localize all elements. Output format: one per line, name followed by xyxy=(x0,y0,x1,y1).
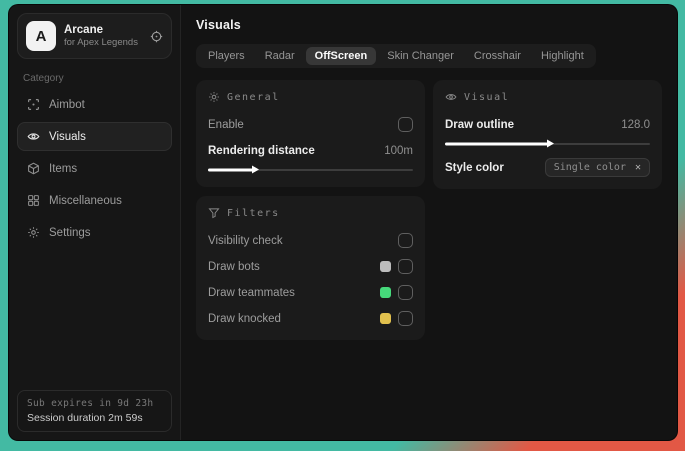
app-logo: A xyxy=(26,21,56,51)
visibility-check-label: Visibility check xyxy=(208,234,283,247)
tab-skin-changer[interactable]: Skin Changer xyxy=(378,47,463,65)
enable-row: Enable xyxy=(208,114,413,135)
draw-bots-color-swatch[interactable] xyxy=(380,261,391,272)
draw-teammates-row: Draw teammates xyxy=(208,282,413,303)
rendering-distance-value: 100m xyxy=(384,144,413,157)
rendering-distance-row: Rendering distance 100m xyxy=(208,140,413,161)
target-icon[interactable] xyxy=(150,30,163,43)
draw-teammates-label: Draw teammates xyxy=(208,286,295,299)
app-window: A Arcane for Apex Legends Category Aimbo… xyxy=(8,4,678,441)
logo-card: A Arcane for Apex Legends xyxy=(17,13,172,59)
tab-radar[interactable]: Radar xyxy=(256,47,304,65)
sidebar-item-label: Visuals xyxy=(49,130,86,143)
sidebar-item-miscellaneous[interactable]: Miscellaneous xyxy=(17,186,172,215)
filters-panel: Filters Visibility check Draw bots Draw … xyxy=(196,196,425,340)
draw-outline-label: Draw outline xyxy=(445,118,515,131)
tab-offscreen[interactable]: OffScreen xyxy=(305,47,377,65)
rendering-distance-slider[interactable] xyxy=(208,165,413,174)
sidebar-item-label: Miscellaneous xyxy=(49,194,122,207)
logo-text: Arcane for Apex Legends xyxy=(64,23,138,49)
app-subtitle: for Apex Legends xyxy=(64,37,138,49)
gear-icon xyxy=(27,226,40,239)
draw-teammates-checkbox[interactable] xyxy=(398,285,413,300)
visibility-check-checkbox[interactable] xyxy=(398,233,413,248)
tab-crosshair[interactable]: Crosshair xyxy=(465,47,530,65)
style-color-label: Style color xyxy=(445,161,504,174)
slider-fill xyxy=(445,142,548,145)
visual-panel: Visual Draw outline 128.0 Style color Si… xyxy=(433,80,662,189)
funnel-icon xyxy=(208,207,220,219)
filters-panel-title: Filters xyxy=(227,207,280,219)
left-column: General Enable Rendering distance 100m F… xyxy=(196,80,425,340)
eye-scan-icon xyxy=(27,130,40,143)
visibility-check-row: Visibility check xyxy=(208,230,413,251)
tab-highlight[interactable]: Highlight xyxy=(532,47,593,65)
panels-grid: General Enable Rendering distance 100m F… xyxy=(196,80,662,340)
style-color-select[interactable]: Single color ✕ xyxy=(544,158,650,177)
category-label: Category xyxy=(23,73,64,84)
draw-knocked-row: Draw knocked xyxy=(208,308,413,329)
draw-teammates-controls xyxy=(380,285,413,300)
draw-bots-label: Draw bots xyxy=(208,260,260,273)
eye-icon xyxy=(445,91,457,103)
sidebar-item-label: Aimbot xyxy=(49,98,85,111)
slider-fill xyxy=(208,168,254,171)
sidebar-item-visuals[interactable]: Visuals xyxy=(17,122,172,151)
session-duration-text: Session duration 2m 59s xyxy=(27,412,143,424)
right-column: Visual Draw outline 128.0 Style color Si… xyxy=(433,80,662,189)
app-title: Arcane xyxy=(64,23,103,36)
style-color-row: Style color Single color ✕ xyxy=(445,157,650,178)
main-content: Visuals Players Radar OffScreen Skin Cha… xyxy=(181,5,677,440)
clear-icon[interactable]: ✕ xyxy=(635,162,641,173)
general-panel-title: General xyxy=(227,91,280,103)
sidebar-item-label: Settings xyxy=(49,226,91,239)
draw-outline-value: 128.0 xyxy=(621,118,650,131)
enable-label: Enable xyxy=(208,118,244,131)
style-color-value: Single color xyxy=(553,162,626,173)
box-icon xyxy=(27,162,40,175)
draw-bots-checkbox[interactable] xyxy=(398,259,413,274)
sidebar-item-aimbot[interactable]: Aimbot xyxy=(17,90,172,119)
draw-knocked-controls xyxy=(380,311,413,326)
draw-knocked-label: Draw knocked xyxy=(208,312,281,325)
draw-bots-controls xyxy=(380,259,413,274)
sidebar-item-settings[interactable]: Settings xyxy=(17,218,172,247)
filters-panel-header: Filters xyxy=(208,207,413,219)
gear-sun-icon xyxy=(208,91,220,103)
draw-bots-row: Draw bots xyxy=(208,256,413,277)
draw-outline-slider[interactable] xyxy=(445,139,650,148)
draw-teammates-color-swatch[interactable] xyxy=(380,287,391,298)
sub-expires-text: Sub expires in 9d 23h xyxy=(27,398,154,409)
general-panel: General Enable Rendering distance 100m xyxy=(196,80,425,187)
general-panel-header: General xyxy=(208,91,413,103)
draw-knocked-color-swatch[interactable] xyxy=(380,313,391,324)
draw-outline-row: Draw outline 128.0 xyxy=(445,114,650,135)
subscription-info-card: Sub expires in 9d 23h Session duration 2… xyxy=(17,390,172,432)
rendering-distance-label: Rendering distance xyxy=(208,144,315,157)
visual-panel-title: Visual xyxy=(464,91,510,103)
tab-players[interactable]: Players xyxy=(199,47,254,65)
crosshair-icon xyxy=(27,98,40,111)
sidebar-item-label: Items xyxy=(49,162,78,175)
tab-bar: Players Radar OffScreen Skin Changer Cro… xyxy=(196,44,596,68)
sidebar-item-items[interactable]: Items xyxy=(17,154,172,183)
page-title: Visuals xyxy=(196,18,241,32)
grid-icon xyxy=(27,194,40,207)
sidebar: A Arcane for Apex Legends Category Aimbo… xyxy=(9,5,181,440)
enable-checkbox[interactable] xyxy=(398,117,413,132)
draw-knocked-checkbox[interactable] xyxy=(398,311,413,326)
visual-panel-header: Visual xyxy=(445,91,650,103)
